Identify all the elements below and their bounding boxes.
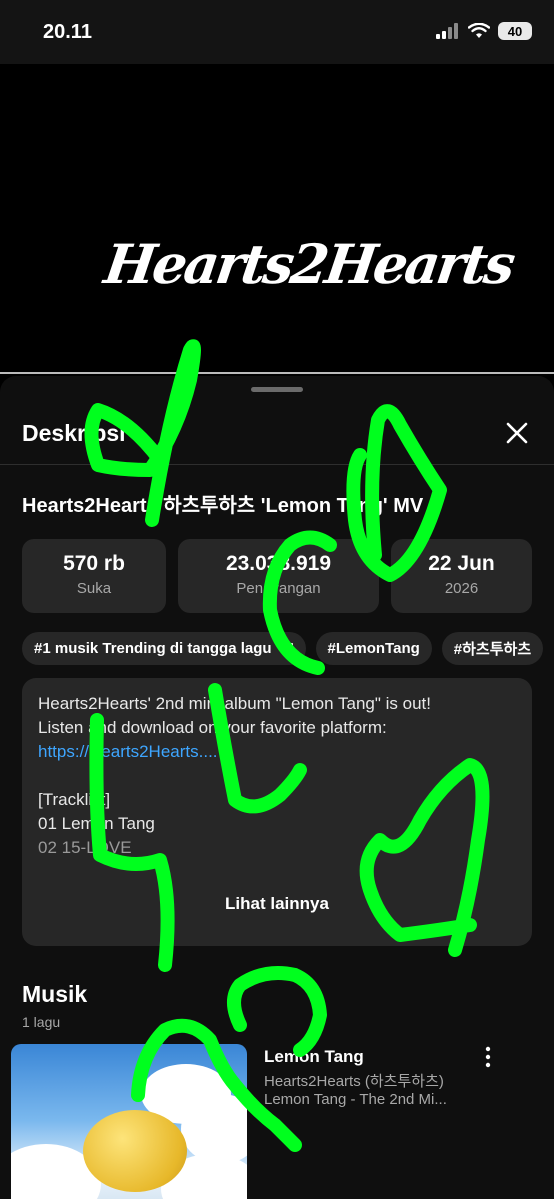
stat-value: 22 Jun bbox=[428, 552, 495, 575]
battery-indicator: 40 bbox=[498, 22, 532, 40]
description-text: Hearts2Hearts' 2nd mini album "Lemon Tan… bbox=[38, 692, 512, 860]
video-title: Hearts2Hearts 하츠투하츠 'Lemon Tang' MV bbox=[22, 495, 424, 517]
tag-label: #1 musik Trending di tangga lagu bbox=[34, 640, 272, 657]
song-artist: Hearts2Hearts (하츠투하츠) bbox=[264, 1073, 444, 1090]
tag-row: #1 musik Trending di tangga lagu #LemonT… bbox=[22, 632, 544, 665]
show-more-button[interactable]: Lihat lainnya bbox=[22, 894, 532, 914]
tag-label: #LemonTang bbox=[327, 640, 420, 657]
track-item: 01 Lemon Tang bbox=[38, 814, 155, 833]
stat-date: 22 Jun 2026 bbox=[391, 539, 532, 613]
song-title[interactable]: Lemon Tang bbox=[264, 1047, 364, 1067]
track-item: 02 15-LOVE bbox=[38, 838, 132, 857]
arrow-up-right-icon bbox=[280, 642, 293, 655]
tag-lemontang[interactable]: #LemonTang bbox=[315, 632, 432, 665]
stat-value: 23.038.919 bbox=[225, 552, 332, 575]
close-icon[interactable] bbox=[502, 418, 532, 448]
description-sheet: Deskripsi Hearts2Hearts 하츠투하츠 'Lemon Tan… bbox=[0, 376, 554, 1199]
wifi-icon bbox=[468, 23, 490, 38]
stat-likes: 570 rb Suka bbox=[22, 539, 166, 613]
stat-value: 570 rb bbox=[63, 552, 125, 575]
stat-label: 2026 bbox=[444, 580, 479, 597]
video-logo: Hearts2Hearts bbox=[100, 232, 517, 296]
signal-icon bbox=[436, 23, 458, 39]
music-section-title: Musik bbox=[22, 981, 88, 1007]
description-line: Listen and download on your favorite pla… bbox=[38, 718, 387, 737]
stat-label: Penayangan bbox=[236, 580, 321, 597]
stat-views: 23.038.919 Penayangan bbox=[178, 539, 379, 613]
status-icons: 40 bbox=[436, 22, 532, 40]
stat-label: Suka bbox=[76, 580, 112, 597]
song-album: Lemon Tang - The 2nd Mi... bbox=[264, 1091, 447, 1108]
tag-hearts2hearts[interactable]: #하츠투하츠 bbox=[441, 632, 544, 665]
lemon-image bbox=[83, 1110, 187, 1192]
song-thumbnail[interactable] bbox=[11, 1044, 247, 1199]
divider bbox=[0, 464, 554, 465]
description-link[interactable]: https://Hearts2Hearts.... bbox=[38, 742, 218, 761]
tag-label: #하츠투하츠 bbox=[453, 641, 532, 658]
tag-trending[interactable]: #1 musik Trending di tangga lagu bbox=[22, 632, 306, 665]
music-count: 1 lagu bbox=[22, 1014, 61, 1030]
video-player[interactable]: Hearts2Hearts bbox=[0, 64, 554, 374]
more-options-icon[interactable] bbox=[480, 1046, 496, 1068]
sheet-title: Deskripsi bbox=[22, 420, 126, 446]
status-time: 20.11 bbox=[43, 21, 92, 43]
drag-handle[interactable] bbox=[251, 387, 303, 392]
description-box[interactable]: Hearts2Hearts' 2nd mini album "Lemon Tan… bbox=[22, 678, 532, 946]
description-line: Hearts2Hearts' 2nd mini album "Lemon Tan… bbox=[38, 694, 431, 713]
video-progress-bar[interactable] bbox=[0, 372, 554, 374]
status-bar: 20.11 40 bbox=[0, 0, 554, 64]
tracklist-header: [Tracklist] bbox=[38, 790, 111, 809]
